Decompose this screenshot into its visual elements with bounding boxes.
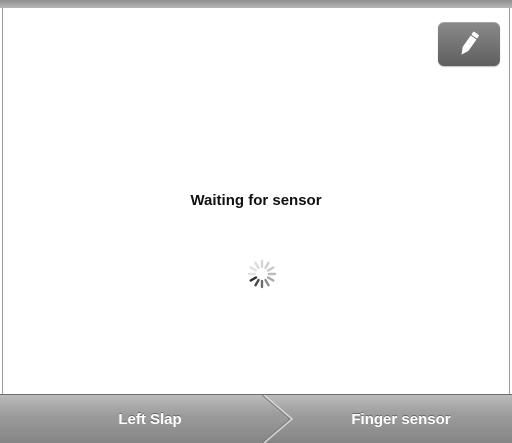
step-label: Finger sensor (351, 410, 451, 428)
step-label: Left Slap (118, 410, 182, 428)
spinner-spoke (264, 261, 270, 270)
status-message: Waiting for sensor (190, 192, 322, 209)
top-strip (0, 0, 512, 8)
edit-button[interactable] (438, 22, 500, 66)
spinner-spoke (249, 266, 258, 272)
capture-screen: Waiting for sensor Left Slap Finger sens… (0, 0, 512, 443)
spinner-spoke (264, 278, 270, 287)
spinner-icon (247, 259, 277, 289)
spinner-spoke (254, 261, 260, 270)
step-bar: Left Slap Finger sensor (0, 394, 512, 443)
spinner-spoke (254, 278, 260, 287)
step-finger-sensor[interactable]: Finger sensor (290, 395, 512, 443)
pencil-icon (461, 31, 479, 55)
spinner-spoke (266, 276, 275, 282)
spinner-spoke (266, 266, 275, 272)
step-left-slap[interactable]: Left Slap (0, 395, 300, 443)
spinner-spoke (249, 276, 258, 282)
